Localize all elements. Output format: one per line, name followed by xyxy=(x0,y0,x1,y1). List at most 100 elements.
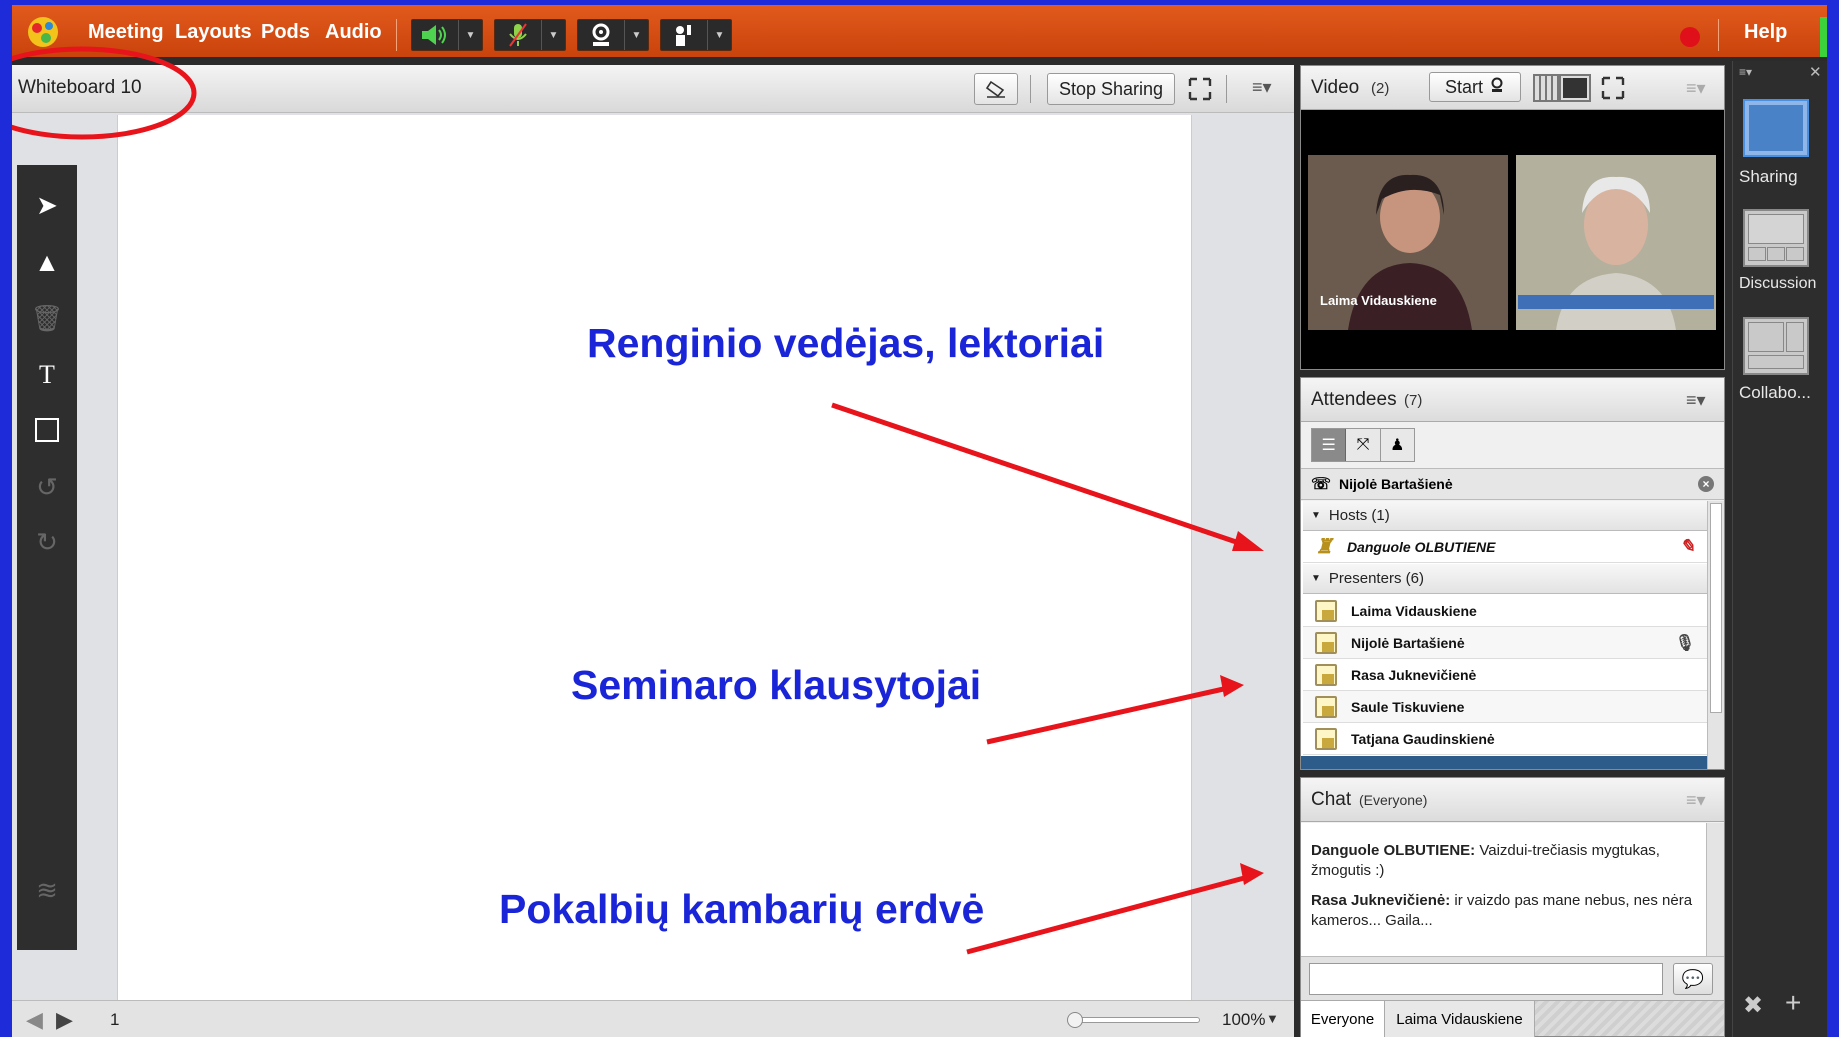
chat-author: Danguole OLBUTIENE: xyxy=(1311,842,1476,859)
layout-thumb-sharing[interactable] xyxy=(1743,99,1809,157)
camera-feed-2[interactable] xyxy=(1516,155,1716,330)
close-icon[interactable]: ✕ xyxy=(1809,63,1822,81)
send-message-icon[interactable]: 💬 xyxy=(1673,963,1713,995)
speaker-dropdown-icon[interactable]: ▼ xyxy=(458,20,482,50)
undo-icon[interactable]: ↺ xyxy=(17,462,77,512)
chat-message: Rasa Juknevičienė: ir vaizdo pas mane ne… xyxy=(1311,891,1696,931)
video-layout-switch[interactable] xyxy=(1533,74,1591,102)
chat-input[interactable] xyxy=(1309,963,1663,995)
attendee-list: ▼ Hosts (1) ♜ Danguole OLBUTIENE ✎ ▼ Pre… xyxy=(1301,501,1711,769)
collapse-icon[interactable]: ▼ xyxy=(1311,510,1321,521)
pod-options-icon[interactable]: ≡▾ xyxy=(1686,78,1706,99)
whiteboard-title: Whiteboard 10 xyxy=(18,77,142,98)
raise-hand-button[interactable]: ▼ xyxy=(660,19,732,51)
presenter-row[interactable]: Tatjana Gaudinskienė xyxy=(1303,723,1707,755)
rectangle-icon[interactable] xyxy=(17,405,77,455)
chat-input-bar: 💬 xyxy=(1301,956,1724,1000)
video-title: Video xyxy=(1311,77,1360,98)
eraser-icon[interactable] xyxy=(974,73,1018,105)
presenter-row[interactable]: Laima Vidauskiene xyxy=(1303,595,1707,627)
camera-feed-laima[interactable]: Laima Vidauskiene xyxy=(1308,155,1508,330)
video-feeds: Laima Vidauskiene xyxy=(1301,110,1724,369)
zoom-slider[interactable] xyxy=(1067,1012,1200,1028)
chat-tab-everyone[interactable]: Everyone xyxy=(1301,1001,1385,1037)
speaker-button[interactable]: ▼ xyxy=(411,19,483,51)
next-page-icon[interactable]: ▶ xyxy=(56,1007,73,1033)
close-icon[interactable]: × xyxy=(1698,476,1714,492)
menu-audio[interactable]: Audio xyxy=(325,21,382,44)
raise-hand-dropdown-icon[interactable]: ▼ xyxy=(707,20,731,50)
fullscreen-icon[interactable] xyxy=(1601,76,1625,105)
stop-sharing-button[interactable]: Stop Sharing xyxy=(1047,73,1175,105)
pod-options-icon[interactable]: ≡▾ xyxy=(1686,390,1706,411)
tools-icon[interactable]: ✖ xyxy=(1743,991,1763,1020)
trash-icon[interactable]: 🗑 xyxy=(17,293,77,343)
webcam-button[interactable]: ▼ xyxy=(577,19,649,51)
menu-layouts[interactable]: Layouts xyxy=(175,21,252,44)
zoom-level[interactable]: 100% xyxy=(1222,1010,1265,1030)
header-divider xyxy=(1226,75,1227,103)
collapse-icon[interactable]: ▼ xyxy=(1311,573,1321,584)
pod-options-icon[interactable]: ≡▾ xyxy=(1686,790,1706,811)
chat-messages: Danguole OLBUTIENE: Vaizdui-trečiasis my… xyxy=(1301,823,1706,956)
add-layout-icon[interactable]: + xyxy=(1785,987,1801,1019)
pencil-icon[interactable]: ▲ xyxy=(17,237,77,287)
presenter-icon xyxy=(1315,663,1337,686)
help-menu[interactable]: Help xyxy=(1744,21,1787,44)
filmstrip-view-icon[interactable] xyxy=(1561,76,1589,100)
microphone-dropdown-icon[interactable]: ▼ xyxy=(541,20,565,50)
zoom-dropdown-icon[interactable]: ▼ xyxy=(1266,1011,1279,1026)
grid-view-icon[interactable] xyxy=(1535,76,1559,100)
webcam-dropdown-icon[interactable]: ▼ xyxy=(624,20,648,50)
recording-indicator-icon[interactable] xyxy=(1680,27,1700,47)
connect-meeting-window: Meeting Layouts Pods Audio ▼ ▼ ▼ ▼ Help … xyxy=(12,5,1827,1037)
presenter-icon xyxy=(1315,631,1337,654)
select-icon[interactable]: ➤ xyxy=(17,180,77,230)
layers-icon[interactable]: ≋ xyxy=(17,865,77,915)
presenter-row[interactable]: Nijolė Bartašienė 🎙 xyxy=(1303,627,1707,659)
speaker-icon xyxy=(412,20,458,50)
menu-pods[interactable]: Pods xyxy=(261,21,310,44)
host-row[interactable]: ♜ Danguole OLBUTIENE ✎ xyxy=(1303,531,1707,563)
presenters-group-label: Presenters (6) xyxy=(1328,570,1424,587)
microphone-button[interactable]: ▼ xyxy=(494,19,566,51)
layout-thumb-discussion[interactable] xyxy=(1743,209,1809,267)
menu-meeting[interactable]: Meeting xyxy=(88,21,164,44)
zoom-slider-thumb[interactable] xyxy=(1067,1012,1083,1028)
video-count: (2) xyxy=(1371,80,1390,97)
attendee-scrollbar[interactable] xyxy=(1707,501,1724,769)
pod-options-icon[interactable]: ≡▾ xyxy=(1252,77,1272,98)
hosts-group[interactable]: ▼ Hosts (1) xyxy=(1303,501,1707,531)
chat-author: Rasa Juknevičienė: xyxy=(1311,892,1451,909)
fullscreen-icon[interactable] xyxy=(1186,73,1214,105)
presenter-row[interactable]: Saule Tiskuviene xyxy=(1303,691,1707,723)
whiteboard-canvas[interactable] xyxy=(117,115,1192,1000)
microphone-icon xyxy=(495,20,541,50)
list-view-icon[interactable]: ☰ xyxy=(1312,429,1347,461)
layout-label-collaboration[interactable]: Collabo... xyxy=(1739,383,1811,403)
presenter-icon xyxy=(1315,599,1337,622)
whiteboard-toolbar: ➤ ▲ 🗑 T ↺ ↻ ≋ xyxy=(17,165,77,950)
breakout-view-icon[interactable]: ⤧ xyxy=(1346,429,1381,461)
header-divider xyxy=(1030,75,1031,103)
start-webcam-button[interactable]: Start xyxy=(1429,72,1521,102)
layouts-options-icon[interactable]: ≡▾ xyxy=(1739,65,1752,79)
text-icon[interactable]: T xyxy=(17,350,77,400)
chat-pod: Chat (Everyone) ≡▾ Danguole OLBUTIENE: V… xyxy=(1300,777,1725,1037)
scrollbar-thumb[interactable] xyxy=(1710,503,1722,713)
presenters-group[interactable]: ▼ Presenters (6) xyxy=(1303,564,1707,594)
presenter-row[interactable]: Rasa Juknevičienė xyxy=(1303,659,1707,691)
layout-label-discussion[interactable]: Discussion xyxy=(1739,275,1816,293)
layout-label-sharing[interactable]: Sharing xyxy=(1739,167,1798,187)
status-view-icon[interactable]: ♟ xyxy=(1380,429,1414,461)
chat-tab-private[interactable]: Laima Vidauskiene xyxy=(1385,1001,1535,1037)
annotation-chat-rooms: Pokalbių kambarių erdvė xyxy=(499,886,985,932)
top-menu-bar: Meeting Layouts Pods Audio ▼ ▼ ▼ ▼ Help xyxy=(12,5,1827,57)
webcam-icon xyxy=(1489,77,1505,98)
prev-page-icon[interactable]: ◀ xyxy=(26,1007,43,1033)
redo-icon[interactable]: ↻ xyxy=(17,517,77,567)
layout-thumb-collaboration[interactable] xyxy=(1743,317,1809,375)
chat-title: Chat xyxy=(1311,789,1352,810)
chat-scrollbar[interactable] xyxy=(1706,823,1724,956)
active-speaker-bar: ☏ Nijolė Bartašienė × xyxy=(1301,468,1724,500)
